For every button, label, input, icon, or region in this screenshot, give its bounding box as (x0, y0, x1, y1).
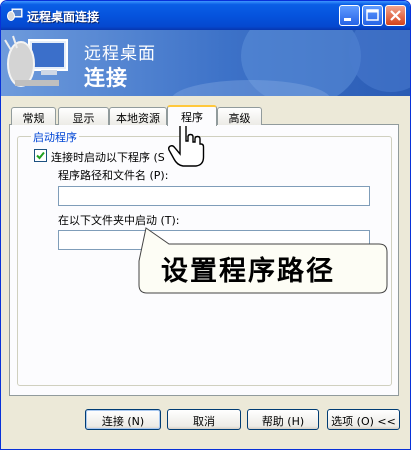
tab-local-resources[interactable]: 本地资源 (109, 107, 167, 125)
close-icon (390, 10, 401, 21)
window-title: 远程桌面连接 (27, 10, 100, 24)
tab-advanced[interactable]: 高级 (217, 107, 262, 125)
tab-display[interactable]: 显示 (58, 107, 109, 125)
remote-desktop-logo-icon (4, 35, 68, 87)
cancel-button[interactable]: 取消 (167, 409, 241, 430)
start-folder-label: 在以下文件夹中启动 (T): (58, 214, 180, 227)
remote-desktop-window: 远程桌面连接 远程桌面 连接 常规 显示 本地资源 程序 高级 启动程序 连接时… (0, 0, 411, 450)
options-button[interactable]: 选项 (O) << (327, 409, 400, 430)
checkmark-icon (36, 151, 45, 160)
program-path-input[interactable] (58, 186, 370, 206)
remote-desktop-icon (7, 8, 23, 21)
minimize-icon (344, 18, 351, 21)
start-program-checkbox-label[interactable]: 连接时启动以下程序 (S (51, 149, 165, 165)
banner-title-line2: 连接 (84, 66, 128, 90)
callout-text: 设置程序路径 (161, 256, 335, 287)
maximize-icon (366, 9, 379, 21)
start-folder-input[interactable] (58, 230, 370, 250)
connect-button[interactable]: 连接 (N) (85, 409, 161, 430)
maximize-button[interactable] (362, 5, 383, 26)
minimize-button[interactable] (339, 5, 360, 26)
program-path-label: 程序路径和文件名 (P): (58, 169, 169, 182)
banner-title-line1: 远程桌面 (84, 44, 156, 64)
header-banner: 远程桌面 连接 (1, 30, 410, 96)
banner-artwork (4, 30, 410, 96)
hand-pointer-icon (168, 119, 205, 167)
tab-programs[interactable]: 程序 (167, 105, 217, 126)
title-bar[interactable]: 远程桌面连接 (1, 1, 410, 30)
tab-general[interactable]: 常规 (11, 107, 56, 125)
group-title: 启动程序 (31, 129, 79, 145)
close-button[interactable] (385, 5, 406, 26)
start-program-checkbox[interactable] (34, 149, 47, 162)
help-button[interactable]: 帮助 (H) (247, 409, 319, 430)
